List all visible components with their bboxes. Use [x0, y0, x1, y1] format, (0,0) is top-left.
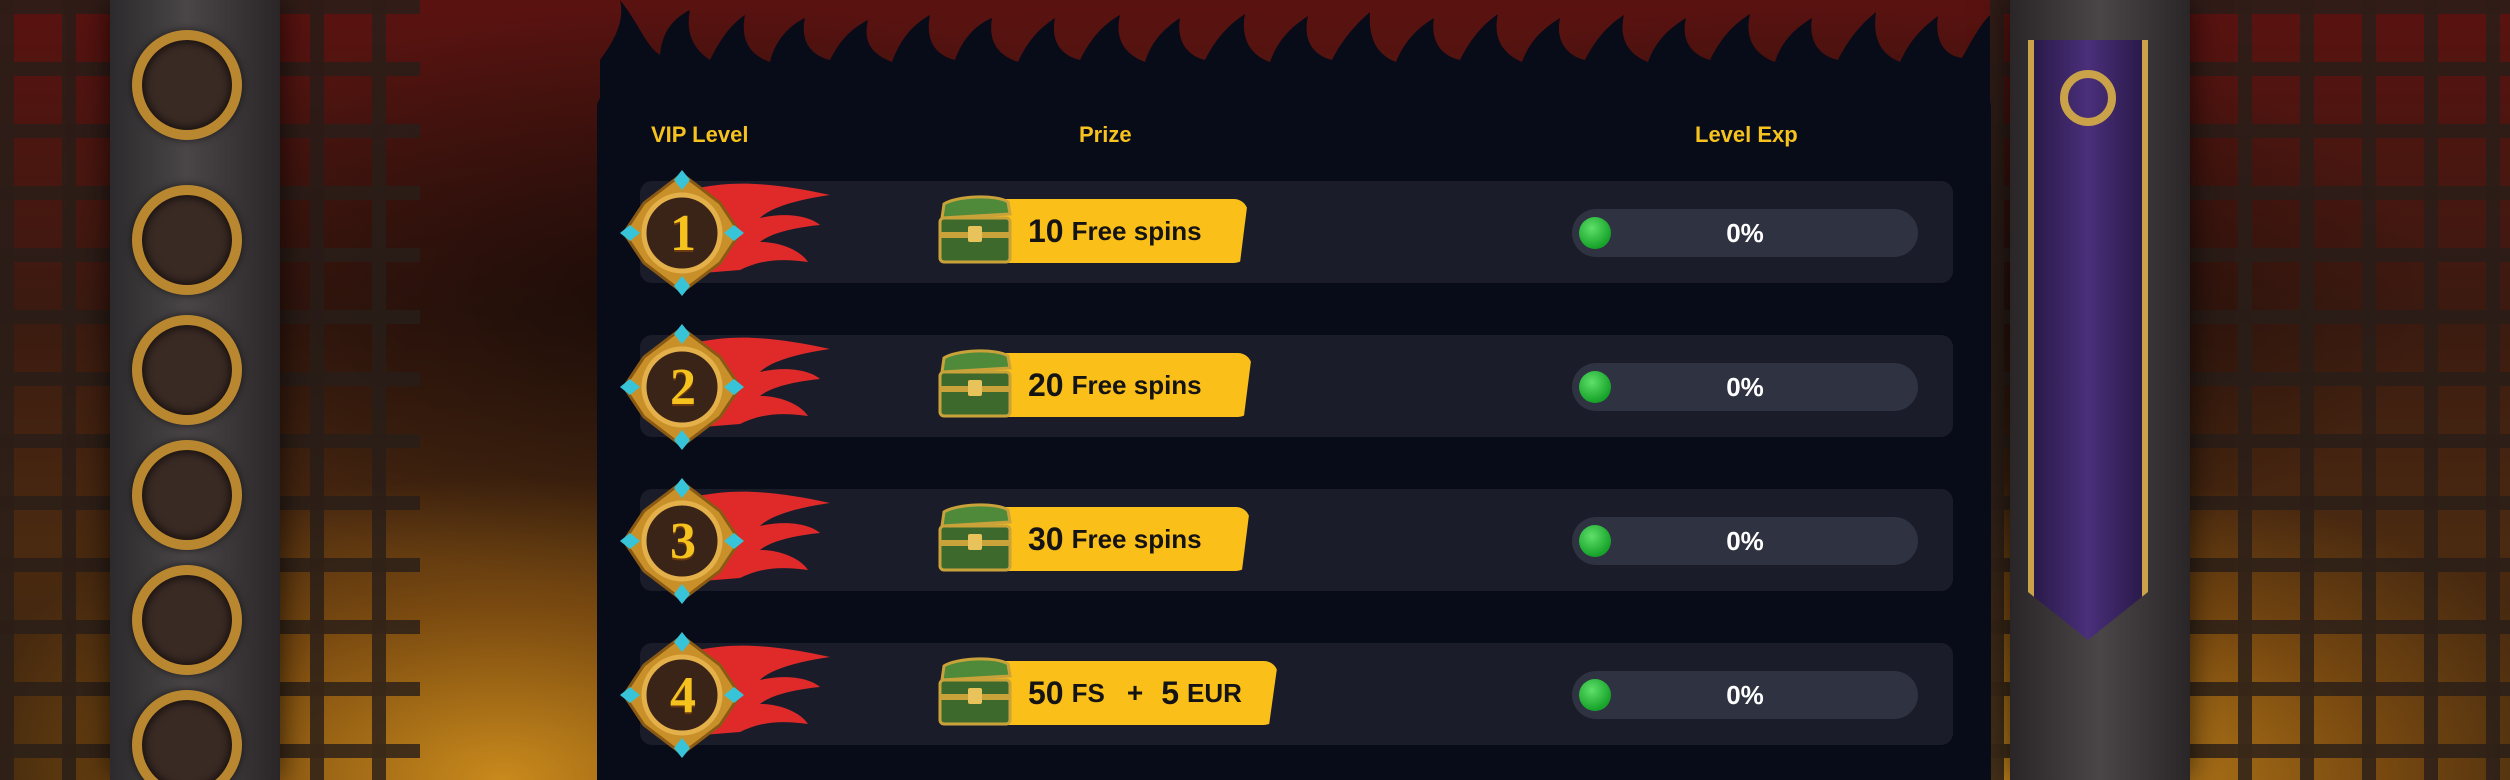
prize-pill: 10 Free spins: [980, 199, 1248, 263]
level-exp-percent: 0%: [1726, 679, 1764, 710]
prize-pill: 50 FS + 5 EUR: [980, 661, 1278, 725]
prize-amount: 30: [1028, 520, 1064, 557]
vip-level-number: 2: [670, 358, 696, 416]
header-prize: Prize: [1079, 122, 1132, 147]
pillar-ring: [132, 565, 242, 675]
level-exp-percent: 0%: [1726, 525, 1764, 556]
treasure-chest-icon: [938, 349, 1012, 418]
prize-amount: 20: [1028, 366, 1064, 403]
prize-plus: +: [1126, 677, 1144, 708]
prize-pill: 20 Free spins: [980, 353, 1252, 417]
prize-amount: 10: [1028, 212, 1064, 249]
purple-banner: [2028, 40, 2148, 640]
pillar-ring: [132, 185, 242, 295]
pillar-ring: [132, 440, 242, 550]
vip-level-number: 3: [670, 512, 696, 570]
treasure-chest-icon: [938, 503, 1012, 572]
treasure-chest-icon: [938, 195, 1012, 264]
treasure-chest-icon: [938, 657, 1012, 726]
prize-unit-secondary: EUR: [1186, 677, 1242, 708]
header-vip-level: VIP Level: [651, 122, 749, 147]
prize-unit: Free spins: [1071, 523, 1202, 554]
pillar-ring: [132, 315, 242, 425]
prize-unit: FS: [1071, 677, 1105, 708]
vip-level-number: 4: [670, 666, 696, 724]
header-level-exp: Level Exp: [1695, 122, 1798, 147]
prize-unit: Free spins: [1071, 369, 1202, 400]
pillar-ring: [132, 30, 242, 140]
prize-amount: 50: [1028, 674, 1064, 711]
banner-emblem-icon: [2060, 70, 2116, 126]
level-exp-percent: 0%: [1726, 371, 1764, 402]
prize-pill: 30 Free spins: [980, 507, 1250, 571]
vip-level-number: 1: [670, 204, 696, 262]
prize-amount-secondary: 5: [1161, 674, 1179, 711]
level-exp-percent: 0%: [1726, 217, 1764, 248]
prize-unit: Free spins: [1071, 215, 1202, 246]
